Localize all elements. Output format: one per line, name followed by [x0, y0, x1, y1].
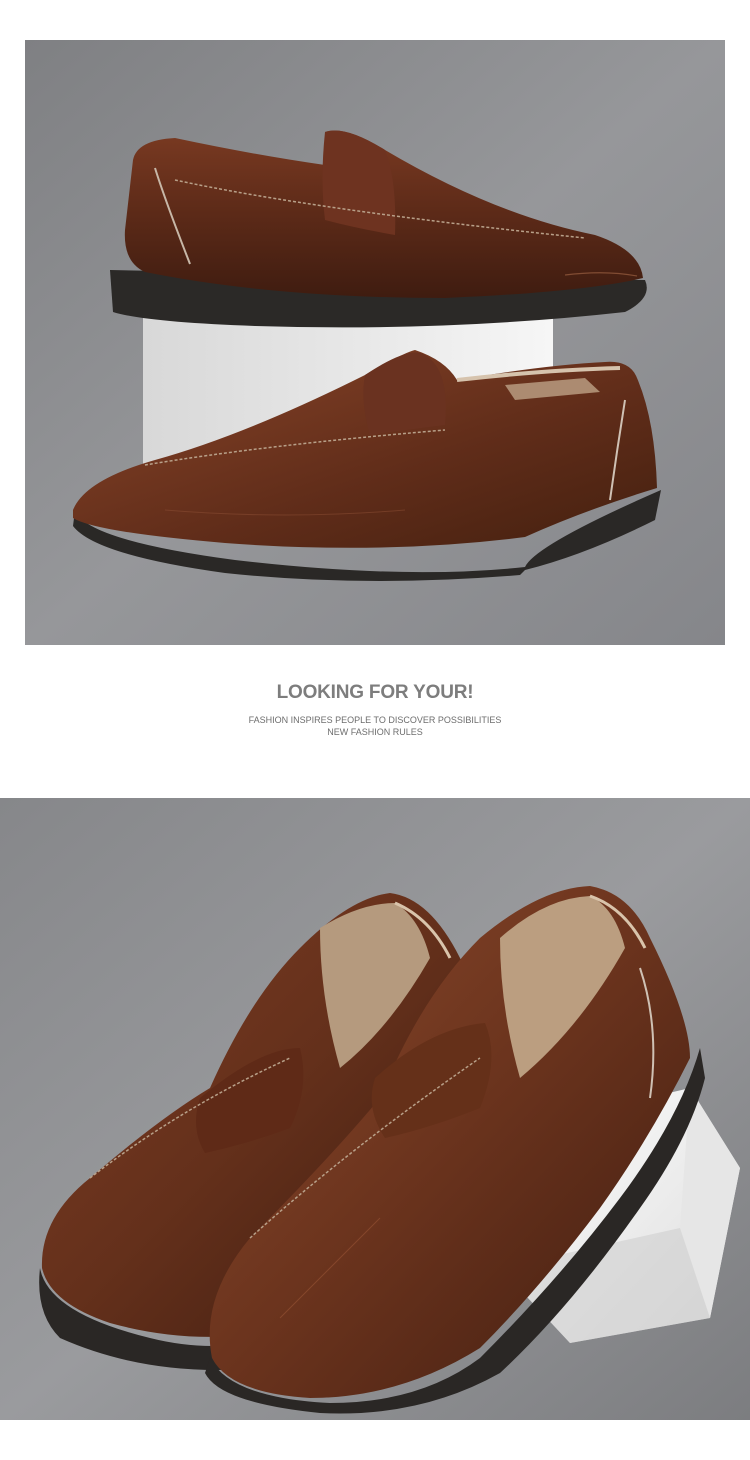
- headline: LOOKING FOR YOUR!: [276, 682, 474, 703]
- tagline-line-1: FASHION INSPIRES PEOPLE TO DISCOVER POSS…: [248, 715, 502, 725]
- product-photo-side-view: [25, 40, 725, 645]
- tagline-line-2: NEW FASHION RULES: [327, 727, 423, 737]
- product-photo-pair-view: [0, 798, 750, 1420]
